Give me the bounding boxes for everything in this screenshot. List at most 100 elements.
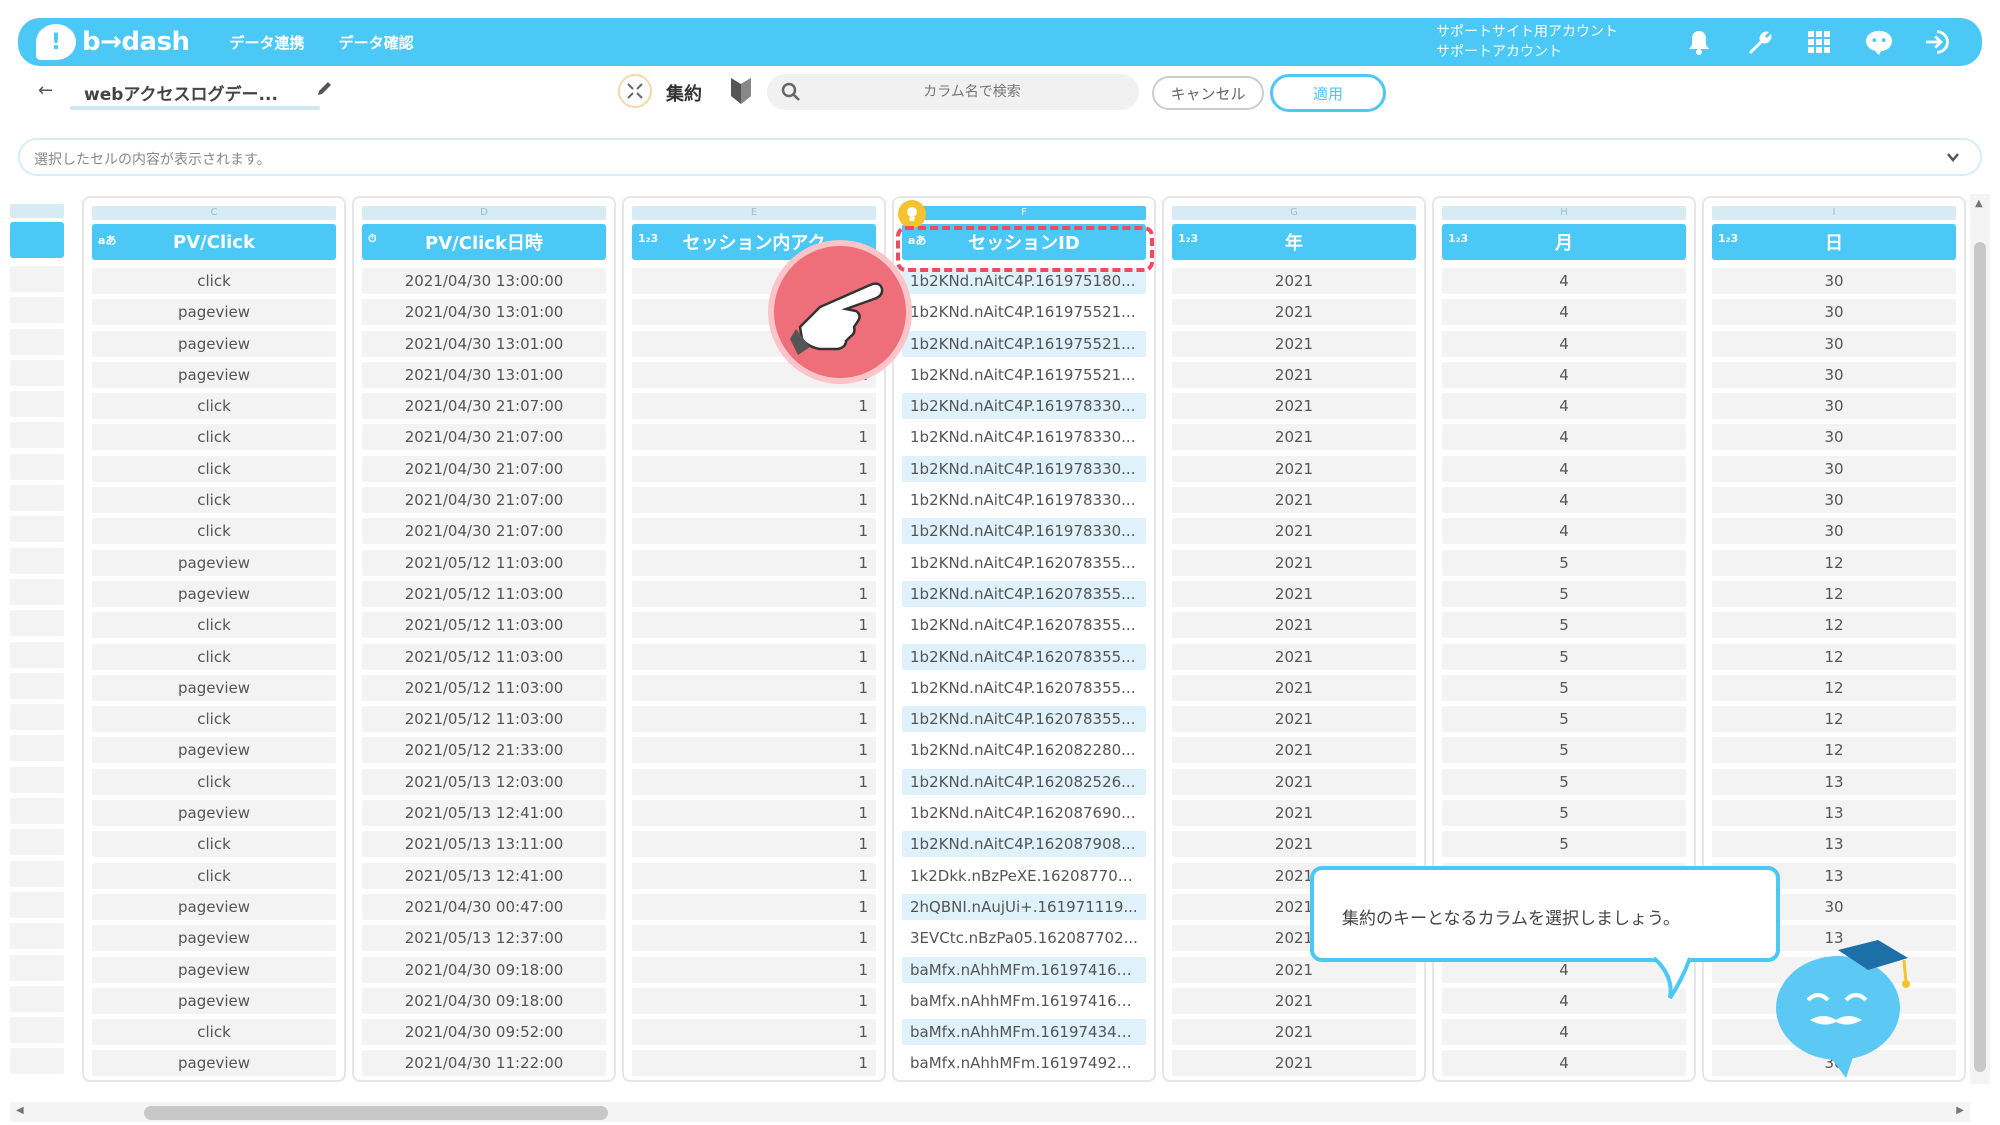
table-cell[interactable]: 2021/04/30 11:22:00 [362, 1050, 606, 1077]
table-cell[interactable]: 2021 [1172, 393, 1416, 420]
table-cell[interactable]: 2021/05/12 11:03:00 [362, 580, 606, 607]
table-cell[interactable]: 12 [1712, 737, 1956, 764]
nav-data-check[interactable]: データ確認 [339, 32, 414, 53]
table-cell[interactable] [10, 359, 64, 386]
table-cell[interactable]: 2021/04/30 21:07:00 [362, 518, 606, 545]
table-cell[interactable]: 1b2KNd.nAitC4P.162087690... [902, 800, 1146, 827]
table-cell[interactable]: 1b2KNd.nAitC4P.161978330... [902, 518, 1146, 545]
chevron-down-icon[interactable] [1944, 148, 1962, 166]
table-cell[interactable]: 1 [632, 1019, 876, 1046]
table-cell[interactable]: pageview [92, 1050, 336, 1077]
column-header[interactable]: 1₂3 月 [1442, 224, 1686, 260]
table-cell[interactable]: 2021/05/12 11:03:00 [362, 643, 606, 670]
table-cell[interactable]: 13 [1712, 800, 1956, 827]
table-cell[interactable]: click [92, 455, 336, 482]
table-cell[interactable]: 2021 [1172, 706, 1416, 733]
table-cell[interactable]: 2021 [1172, 455, 1416, 482]
table-cell[interactable] [10, 1048, 64, 1075]
column-header[interactable]: 1₂3 日 [1712, 224, 1956, 260]
table-cell[interactable]: 2021/04/30 21:07:00 [362, 393, 606, 420]
table-cell[interactable]: 2021 [1172, 299, 1416, 326]
table-cell[interactable]: 1 [632, 737, 876, 764]
table-cell[interactable]: 5 [1442, 768, 1686, 795]
table-cell[interactable]: pageview [92, 925, 336, 952]
table-cell[interactable]: 1b2KNd.nAitC4P.162078355... [902, 643, 1146, 670]
table-cell[interactable]: 2021 [1172, 330, 1416, 357]
table-cell[interactable]: click [92, 862, 336, 889]
table-cell[interactable] [10, 453, 64, 480]
table-cell[interactable]: 1 [632, 455, 876, 482]
beginner-mark-icon[interactable] [728, 76, 754, 106]
datasource-name[interactable]: webアクセスログデー... [84, 80, 314, 105]
table-cell[interactable]: 5 [1442, 737, 1686, 764]
table-cell[interactable]: pageview [92, 737, 336, 764]
table-cell[interactable]: 2021/04/30 09:18:00 [362, 987, 606, 1014]
account-info[interactable]: サポートサイト用アカウント サポートアカウント [1436, 22, 1618, 62]
table-cell[interactable]: 12 [1712, 580, 1956, 607]
horizontal-scroll-thumb[interactable] [144, 1106, 608, 1120]
table-cell[interactable]: 5 [1442, 643, 1686, 670]
scroll-left-arrow-icon[interactable]: ◀ [16, 1105, 24, 1116]
table-cell[interactable]: pageview [92, 893, 336, 920]
support-character-icon[interactable] [1864, 27, 1894, 57]
table-cell[interactable]: 30 [1712, 487, 1956, 514]
table-cell[interactable]: pageview [92, 956, 336, 983]
table-cell[interactable]: pageview [92, 674, 336, 701]
table-cell[interactable]: 1 [632, 831, 876, 858]
table-cell[interactable]: 4 [1442, 455, 1686, 482]
table-cell[interactable]: 2021 [1172, 268, 1416, 294]
table-cell[interactable]: click [92, 518, 336, 545]
table-cell[interactable]: 5 [1442, 706, 1686, 733]
table-cell[interactable]: 30 [1712, 299, 1956, 326]
table-cell[interactable]: 4 [1442, 1050, 1686, 1077]
table-cell[interactable]: 2021/05/12 11:03:00 [362, 549, 606, 576]
column-search-input[interactable] [817, 74, 1127, 110]
table-cell[interactable]: 1k2Dkk.nBzPeXE.162087704... [902, 862, 1146, 889]
table-cell[interactable]: 12 [1712, 706, 1956, 733]
table-cell[interactable]: 1 [632, 518, 876, 545]
table-cell[interactable] [10, 328, 64, 355]
table-cell[interactable]: 30 [1712, 455, 1956, 482]
table-cell[interactable] [10, 704, 64, 731]
bell-icon[interactable] [1684, 27, 1714, 57]
table-cell[interactable]: 2021 [1172, 674, 1416, 701]
table-cell[interactable] [10, 610, 64, 637]
table-cell[interactable] [10, 985, 64, 1012]
table-cell[interactable]: 2021/05/13 12:41:00 [362, 862, 606, 889]
table-cell[interactable]: 1b2KNd.nAitC4P.161975521... [902, 361, 1146, 388]
vertical-scroll-thumb[interactable] [1974, 242, 1986, 1072]
table-cell[interactable] [10, 266, 64, 292]
table-cell[interactable]: 2021 [1172, 580, 1416, 607]
table-cell[interactable]: 2021 [1172, 768, 1416, 795]
table-cell[interactable]: 2021/04/30 21:07:00 [362, 424, 606, 451]
table-cell[interactable]: 1 [632, 424, 876, 451]
table-cell[interactable]: 5 [1442, 580, 1686, 607]
table-cell[interactable]: 13 [1712, 768, 1956, 795]
table-cell[interactable]: 4 [1442, 393, 1686, 420]
table-cell[interactable]: 2021/05/12 11:03:00 [362, 674, 606, 701]
table-cell[interactable]: 2021/04/30 00:47:00 [362, 893, 606, 920]
table-cell[interactable]: 1 [632, 487, 876, 514]
table-cell[interactable]: 2021/04/30 13:01:00 [362, 361, 606, 388]
table-cell[interactable]: 1b2KNd.nAitC4P.162078355... [902, 674, 1146, 701]
table-cell[interactable]: pageview [92, 987, 336, 1014]
column-header[interactable]: ⏱ PV/Click日時 [362, 224, 606, 260]
table-cell[interactable]: click [92, 487, 336, 514]
table-cell[interactable]: 2021/04/30 13:00:00 [362, 268, 606, 294]
table-cell[interactable]: 2021/04/30 21:07:00 [362, 455, 606, 482]
table-cell[interactable]: 1 [632, 612, 876, 639]
table-cell[interactable]: 2021 [1172, 800, 1416, 827]
table-cell[interactable]: 2021 [1172, 1050, 1416, 1077]
table-cell[interactable] [10, 391, 64, 418]
table-cell[interactable]: 5 [1442, 831, 1686, 858]
table-cell[interactable]: 4 [1442, 299, 1686, 326]
table-cell[interactable]: 1 [632, 706, 876, 733]
table-cell[interactable]: 1 [632, 862, 876, 889]
table-cell[interactable]: 2021/05/13 13:11:00 [362, 831, 606, 858]
logout-icon[interactable] [1924, 27, 1954, 57]
table-cell[interactable]: 1 [632, 580, 876, 607]
column-header[interactable]: aあ PV/Click [92, 224, 336, 260]
table-cell[interactable]: 2hQBNI.nAujUi+.161971119... [902, 893, 1146, 920]
table-cell[interactable]: 4 [1442, 361, 1686, 388]
table-cell[interactable]: click [92, 612, 336, 639]
